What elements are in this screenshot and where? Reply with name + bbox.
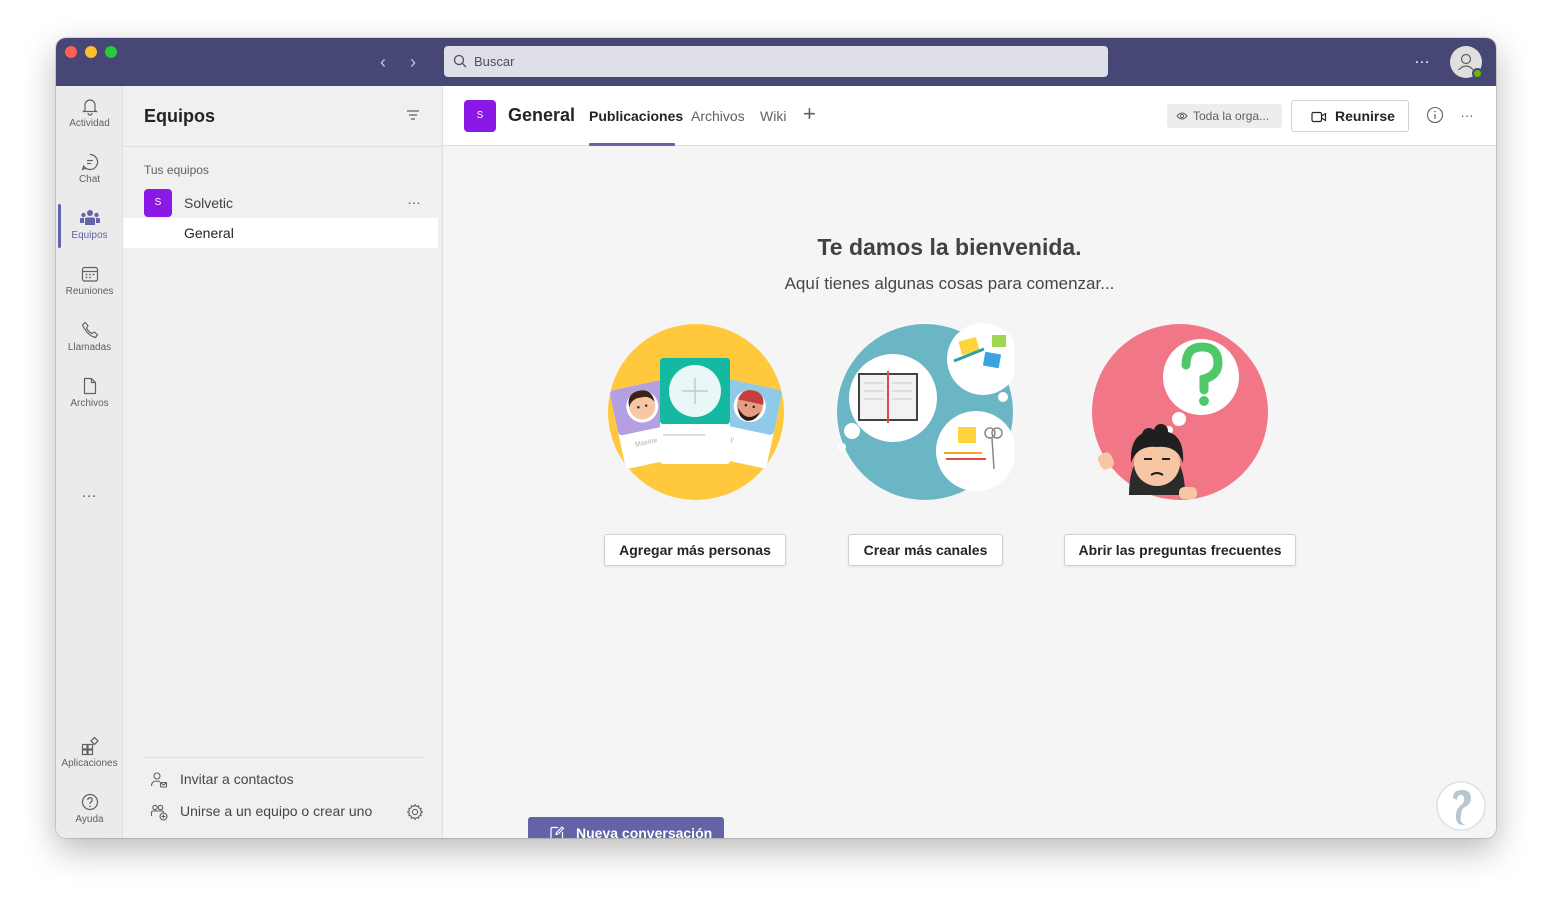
search-bar[interactable] [444,46,1108,77]
add-more-people-button[interactable]: Agregar más personas [604,534,786,566]
join-or-create-team-link[interactable]: Unirse a un equipo o crear uno [144,800,384,824]
app-bar-label: Llamadas [67,342,112,353]
team-item-solvetic[interactable]: S Solvetic … [123,189,442,219]
team-avatar: S [144,189,172,217]
add-tab-icon[interactable]: + [803,101,816,127]
new-conversation-label: Nueva conversación [576,825,713,838]
channel-name: General [184,225,234,241]
phone-icon [81,321,98,339]
teams-panel-title: Equipos [144,106,215,126]
search-icon [453,54,467,68]
invite-contacts-link[interactable]: Invitar a contactos [144,768,344,792]
title-bar: ‹ › … [56,38,1496,86]
app-bar-label: Archivos [70,398,109,409]
app-bar-activity[interactable]: Actividad [56,86,123,142]
eye-icon [1176,112,1188,120]
divider [123,146,442,147]
zoom-window-button[interactable] [105,46,117,58]
app-bar-chat[interactable]: Chat [56,142,123,198]
faq-illustration [1092,324,1268,500]
create-channels-illustration [837,323,1014,500]
channel-title: General [508,105,576,125]
open-faq-button[interactable]: Abrir las preguntas frecuentes [1064,534,1296,566]
video-camera-icon [1311,111,1327,123]
more-apps-icon[interactable]: … [56,484,123,502]
divider [144,757,424,758]
app-bar-teams[interactable]: Equipos [56,198,123,254]
add-team-icon [150,804,168,821]
app-bar-label: Actividad [69,118,110,129]
more-options-icon[interactable]: … [1414,50,1431,68]
back-arrow-icon[interactable]: ‹ [373,52,393,72]
gear-icon[interactable] [406,803,424,821]
minimize-window-button[interactable] [85,46,97,58]
teams-window: ‹ › … Actividad Chat Equipos Reuniones [56,38,1496,838]
user-avatar[interactable] [1450,46,1483,79]
team-more-options-icon[interactable]: … [407,191,422,207]
app-bar-label: Chat [78,174,101,185]
chat-icon [81,153,98,171]
app-bar-apps[interactable]: Aplicaciones [56,726,123,782]
channel-header: S General Publicaciones Archivos Wiki + … [443,86,1496,146]
header-more-options-icon[interactable]: … [1460,104,1475,120]
close-window-button[interactable] [65,46,77,58]
app-bar-help[interactable]: Ayuda [56,782,123,838]
site-logo-watermark-icon [1436,781,1486,831]
forward-arrow-icon[interactable]: › [403,52,423,72]
apps-icon [81,736,99,756]
new-conversation-button[interactable]: Nueva conversación [528,817,724,838]
compose-icon [550,826,565,838]
file-icon [83,377,96,395]
org-wide-badge[interactable]: Toda la orga... [1167,104,1282,128]
welcome-subtitle: Aquí tienes algunas cosas para comenzar.… [784,274,1115,293]
filter-icon[interactable] [406,108,420,122]
invite-person-icon [150,772,168,788]
tab-archivos[interactable]: Archivos [691,108,745,124]
create-more-channels-button[interactable]: Crear más canales [848,534,1003,566]
app-bar-files[interactable]: Archivos [56,366,123,422]
main-content: S General Publicaciones Archivos Wiki + … [443,86,1496,838]
app-bar-label: Ayuda [75,814,104,825]
calendar-icon [81,266,98,282]
bell-icon [81,99,98,116]
meet-button[interactable]: Reunirse [1291,100,1409,132]
tab-wiki[interactable]: Wiki [760,108,786,124]
app-bar-meetings[interactable]: Reuniones [56,254,123,310]
meet-button-label: Reunirse [1335,108,1395,124]
active-tab-indicator [589,143,675,146]
welcome-title: Te damos la bienvenida. [817,234,1082,260]
app-bar-label: Equipos [71,230,108,241]
teams-panel: Equipos Tus equipos S Solvetic … General… [123,86,443,838]
info-icon[interactable] [1426,106,1444,124]
org-wide-label: Toda la orga... [1193,109,1270,123]
section-label-your-teams: Tus equipos [144,163,209,177]
tab-publicaciones[interactable]: Publicaciones [589,108,683,124]
app-bar-calls[interactable]: Llamadas [56,310,123,366]
channel-item-general[interactable]: General [123,218,438,248]
search-input[interactable] [474,46,1094,77]
app-bar-label: Reuniones [65,286,114,297]
team-name: Solvetic [184,195,234,211]
teams-icon [79,210,100,225]
status-available-badge [1472,68,1483,79]
help-icon [81,793,98,811]
invite-contacts-label: Invitar a contactos [180,771,294,787]
join-or-create-team-label: Unirse a un equipo o crear uno [180,803,373,819]
app-bar-label: Aplicaciones [61,758,118,769]
add-people-illustration: Maxine y [608,324,784,500]
channel-team-avatar: S [464,100,496,132]
app-bar: Actividad Chat Equipos Reuniones Llamada… [56,86,123,838]
